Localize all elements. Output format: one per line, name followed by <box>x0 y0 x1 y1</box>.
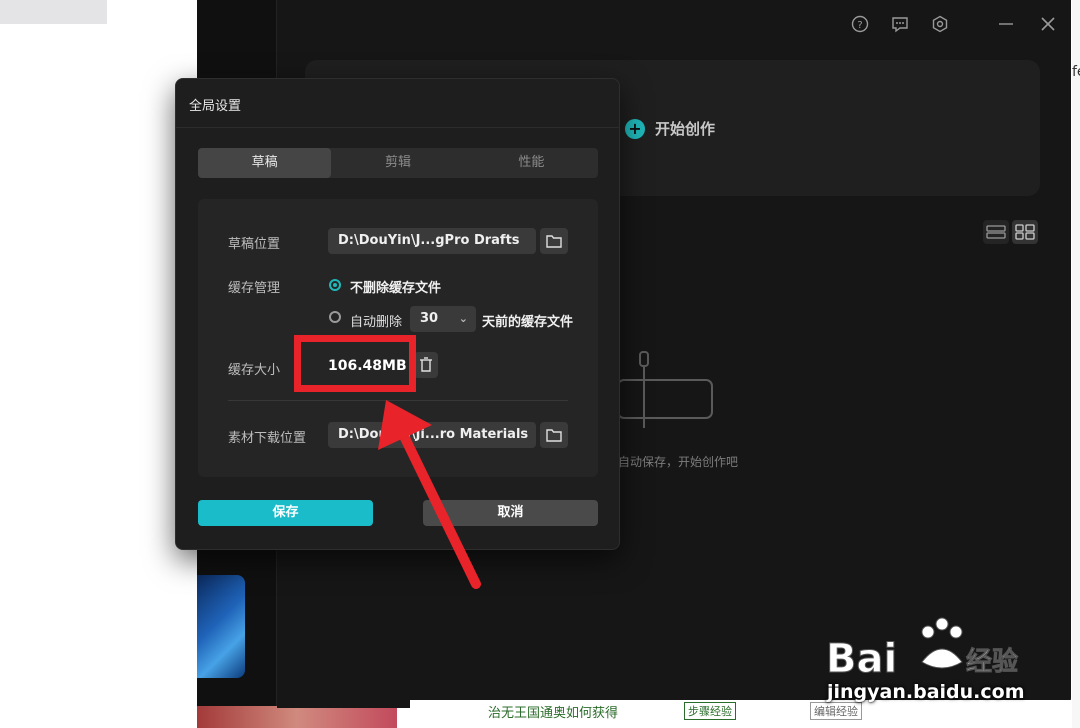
annotation-highlight-box <box>294 335 416 392</box>
svg-text:Bai: Bai <box>826 636 897 678</box>
folder-icon[interactable] <box>540 228 568 254</box>
grid-view-icon[interactable] <box>1012 220 1038 244</box>
clear-cache-icon[interactable] <box>414 352 438 378</box>
empty-drafts-icon <box>617 351 713 428</box>
auto-delete-label[interactable]: 自动删除 <box>350 311 402 330</box>
draft-location-field[interactable]: D:\DouYin\J...gPro Drafts <box>328 228 536 254</box>
days-suffix-label: 天前的缓存文件 <box>482 315 574 330</box>
close-icon[interactable] <box>1039 15 1057 33</box>
svg-text:经验: 经验 <box>966 646 1018 677</box>
baidu-watermark-logo: Bai 经验 <box>826 617 1018 678</box>
minimize-icon[interactable] <box>997 15 1015 33</box>
cache-size-label: 缓存大小 <box>228 363 281 378</box>
dialog-title: 全局设置 <box>189 99 242 114</box>
keep-cache-label[interactable]: 不删除缓存文件 <box>350 277 441 296</box>
list-view-icon[interactable] <box>983 220 1009 244</box>
background-tag: 编辑经验 <box>810 702 862 720</box>
cache-management-label: 缓存管理 <box>228 281 281 296</box>
material-location-label: 素材下载位置 <box>228 431 307 446</box>
settings-icon[interactable] <box>931 15 949 33</box>
draft-location-label: 草稿位置 <box>228 237 281 252</box>
settings-tabs: 草稿 剪辑 性能 <box>198 148 598 178</box>
global-settings-dialog: 全局设置 草稿 剪辑 性能 草稿位置 D:\DouYin\J...gPro Dr… <box>175 78 620 550</box>
empty-hint-text: 自动保存，开始创作吧 <box>618 455 739 469</box>
watermark-url: jingyan.baidu.com <box>827 681 1025 703</box>
background-article-title: 治无王国通奥如何获得 <box>488 706 619 721</box>
background-strip <box>0 0 107 24</box>
background-page-edge: fe <box>1072 0 1080 728</box>
folder-icon[interactable] <box>540 422 568 448</box>
background-page-bottom: 治无王国通奥如何获得 步骤经验 编辑经验 <box>410 700 1072 728</box>
radio-keep-cache[interactable] <box>329 279 341 291</box>
save-button[interactable]: 保存 <box>198 500 373 526</box>
tab-editing[interactable]: 剪辑 <box>331 148 464 178</box>
cancel-button[interactable]: 取消 <box>423 500 598 526</box>
tab-drafts[interactable]: 草稿 <box>198 148 332 178</box>
start-creation-label[interactable]: 开始创作 <box>655 118 715 139</box>
dialog-divider <box>176 127 619 128</box>
template-thumbnail[interactable] <box>197 575 245 678</box>
panel-divider <box>228 400 568 401</box>
chevron-down-icon: ⌄ <box>458 312 468 325</box>
days-value: 30 <box>420 311 439 326</box>
background-tag: 步骤经验 <box>684 702 736 720</box>
template-thumbnail-bottom[interactable] <box>197 706 397 728</box>
days-select[interactable]: 30 ⌄ <box>410 306 476 332</box>
background-text: fe <box>1072 64 1080 80</box>
tab-performance[interactable]: 性能 <box>465 148 598 178</box>
help-icon[interactable]: ? <box>851 15 869 33</box>
feedback-icon[interactable] <box>891 15 909 33</box>
svg-text:?: ? <box>857 20 862 31</box>
material-location-field[interactable]: D:\DouYin\Ji...ro Materials <box>328 422 536 448</box>
radio-auto-delete[interactable] <box>329 311 341 323</box>
plus-icon[interactable]: + <box>625 119 645 139</box>
